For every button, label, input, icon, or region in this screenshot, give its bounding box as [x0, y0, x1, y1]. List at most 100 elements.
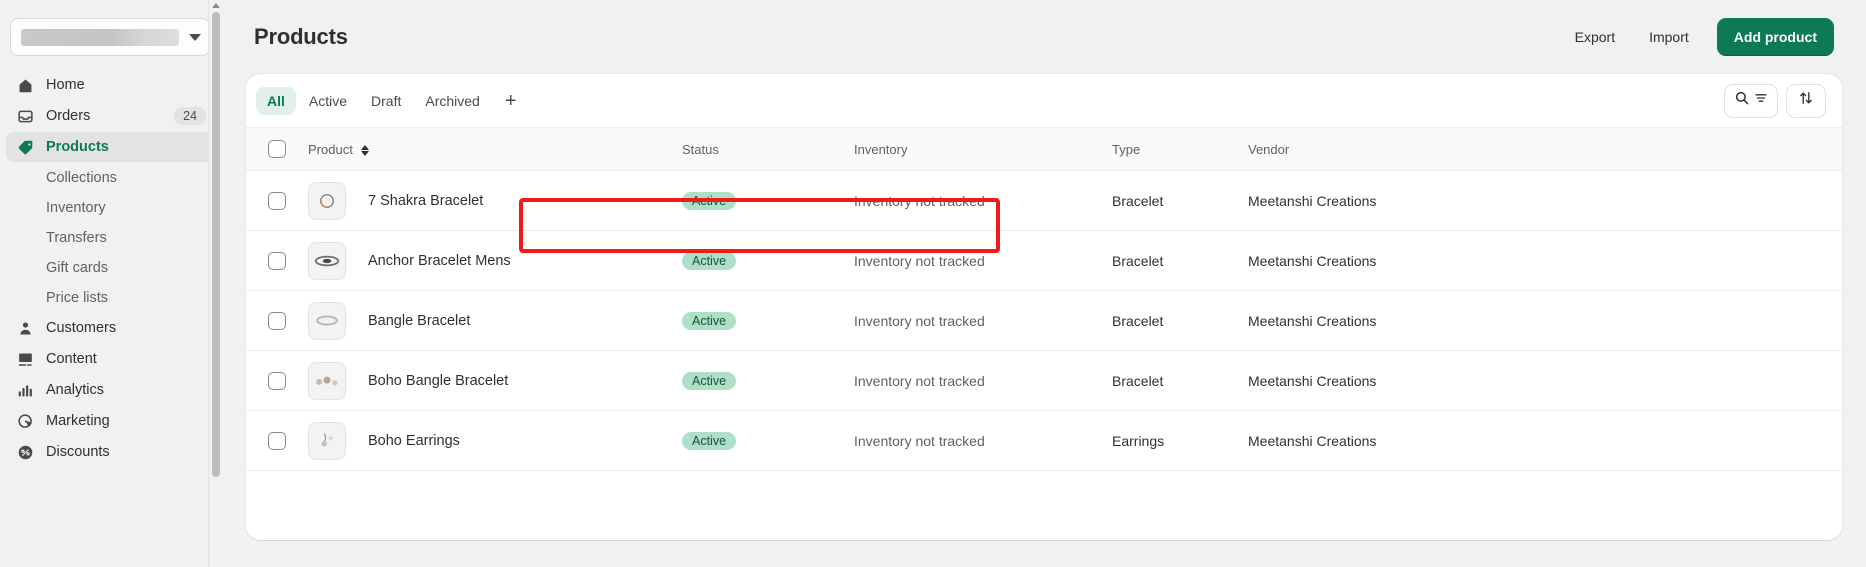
product-thumbnail [308, 421, 346, 460]
row-checkbox[interactable] [268, 251, 286, 270]
tab-draft[interactable]: Draft [360, 87, 412, 115]
product-name: Boho Earrings [368, 432, 460, 449]
product-name: Boho Bangle Bracelet [368, 372, 509, 389]
sidebar-item-inventory[interactable]: Inventory [6, 193, 216, 222]
tab-all[interactable]: All [256, 86, 296, 115]
tab-label: All [267, 92, 285, 109]
table-row[interactable]: Boho Bangle Bracelet Active Inventory no… [246, 350, 1842, 411]
column-header-vendor: Vendor [1248, 127, 1842, 171]
type-cell: Bracelet [1112, 290, 1248, 351]
row-checkbox[interactable] [268, 191, 286, 210]
table-header-row: Product Status Inventory Type Vendor [246, 127, 1842, 171]
discounts-percent-icon [14, 442, 36, 462]
tab-active[interactable]: Active [298, 87, 358, 115]
sidebar-item-marketing[interactable]: Marketing [6, 406, 216, 436]
header-actions: Export Import Add product [1561, 18, 1834, 56]
product-name: 7 Shakra Bracelet [368, 192, 484, 209]
sidebar-item-label: Products [46, 139, 109, 155]
product-cell[interactable]: Anchor Bracelet Mens [308, 230, 682, 291]
search-and-filter-button[interactable] [1724, 83, 1778, 118]
sidebar-item-label: Home [46, 77, 85, 93]
column-header-product[interactable]: Product [308, 127, 682, 171]
orders-icon [14, 106, 36, 126]
sidebar-item-label: Content [46, 351, 97, 367]
sidebar-subitem-label: Inventory [46, 199, 106, 216]
status-cell: Active [682, 350, 854, 411]
table-row[interactable]: Bangle Bracelet Active Inventory not tra… [246, 290, 1842, 351]
sidebar-item-collections[interactable]: Collections [6, 163, 216, 192]
row-checkbox[interactable] [268, 311, 286, 330]
inventory-cell: Inventory not tracked [854, 170, 1112, 231]
type-cell: Bracelet [1112, 170, 1248, 231]
row-select-cell [246, 410, 308, 471]
sidebar-item-customers[interactable]: Customers [6, 313, 216, 343]
inventory-cell: Inventory not tracked [854, 290, 1112, 351]
import-button[interactable]: Import [1635, 21, 1703, 53]
sidebar-item-transfers[interactable]: Transfers [6, 223, 216, 252]
product-cell[interactable]: Boho Earrings [308, 410, 682, 471]
store-switcher[interactable] [10, 18, 210, 56]
filter-icon [1754, 91, 1768, 110]
sort-arrows-icon [361, 144, 370, 156]
sidebar-item-home[interactable]: Home [6, 70, 216, 100]
select-all-header [246, 127, 308, 171]
status-badge: Active [682, 191, 737, 210]
product-cell[interactable]: Boho Bangle Bracelet [308, 350, 682, 411]
page-title: Products [254, 24, 348, 49]
add-product-button[interactable]: Add product [1716, 18, 1834, 56]
product-thumbnail [308, 181, 346, 220]
sidebar-item-analytics[interactable]: Analytics [6, 375, 216, 405]
sidebar-item-label: Orders [46, 108, 91, 124]
table-body: 7 Shakra Bracelet Active Inventory not t… [246, 170, 1842, 471]
sidebar-item-discounts[interactable]: Discounts [6, 437, 216, 467]
sidebar-item-gift-cards[interactable]: Gift cards [6, 253, 216, 282]
status-cell: Active [682, 230, 854, 291]
sidebar-scrollbar[interactable] [208, 0, 222, 567]
scroll-up-arrow-icon[interactable] [211, 3, 220, 8]
orders-count-badge: 24 [174, 107, 206, 125]
scrollbar-thumb[interactable] [212, 12, 220, 477]
search-icon [1734, 90, 1750, 111]
sort-button[interactable] [1786, 83, 1826, 118]
tab-archived[interactable]: Archived [414, 87, 490, 115]
column-header-inventory: Inventory [854, 127, 1112, 171]
products-tag-icon [14, 137, 36, 157]
type-cell: Bracelet [1112, 230, 1248, 291]
status-badge: Active [682, 251, 737, 270]
product-cell[interactable]: 7 Shakra Bracelet [308, 170, 682, 231]
column-label: Product [308, 141, 353, 157]
products-table: Product Status Inventory Type Vendor 7 S… [246, 127, 1842, 471]
table-row[interactable]: Anchor Bracelet Mens Active Inventory no… [246, 230, 1842, 291]
vendor-cell: Meetanshi Creations [1248, 410, 1842, 471]
sidebar-item-label: Customers [46, 320, 117, 336]
sidebar-subitem-label: Gift cards [46, 259, 109, 276]
row-checkbox[interactable] [268, 431, 286, 450]
home-icon [14, 75, 36, 95]
inventory-cell: Inventory not tracked [854, 350, 1112, 411]
status-cell: Active [682, 290, 854, 351]
sidebar-item-price-lists[interactable]: Price lists [6, 283, 216, 312]
sidebar-item-label: Discounts [46, 444, 110, 460]
column-header-type: Type [1112, 127, 1248, 171]
sidebar-subitem-label: Collections [46, 169, 117, 186]
product-thumbnail [308, 301, 346, 340]
sidebar-item-label: Marketing [46, 413, 110, 429]
inventory-cell: Inventory not tracked [854, 230, 1112, 291]
page-header: Products Export Import Add product [246, 0, 1842, 74]
sidebar-item-orders[interactable]: Orders 24 [6, 101, 216, 131]
sidebar-item-content[interactable]: Content [6, 344, 216, 374]
content-image-icon [14, 349, 36, 369]
table-header: Product Status Inventory Type Vendor [246, 127, 1842, 171]
product-name: Anchor Bracelet Mens [368, 252, 511, 269]
row-checkbox[interactable] [268, 371, 286, 390]
table-row[interactable]: 7 Shakra Bracelet Active Inventory not t… [246, 170, 1842, 231]
export-button[interactable]: Export [1561, 21, 1629, 53]
vendor-cell: Meetanshi Creations [1248, 350, 1842, 411]
select-all-checkbox[interactable] [268, 140, 286, 158]
table-row[interactable]: Boho Earrings Active Inventory not track… [246, 410, 1842, 471]
inventory-cell: Inventory not tracked [854, 410, 1112, 471]
row-select-cell [246, 350, 308, 411]
sidebar-item-products[interactable]: Products [6, 132, 216, 162]
product-cell[interactable]: Bangle Bracelet [308, 290, 682, 351]
add-tab-button[interactable]: + [493, 91, 529, 111]
